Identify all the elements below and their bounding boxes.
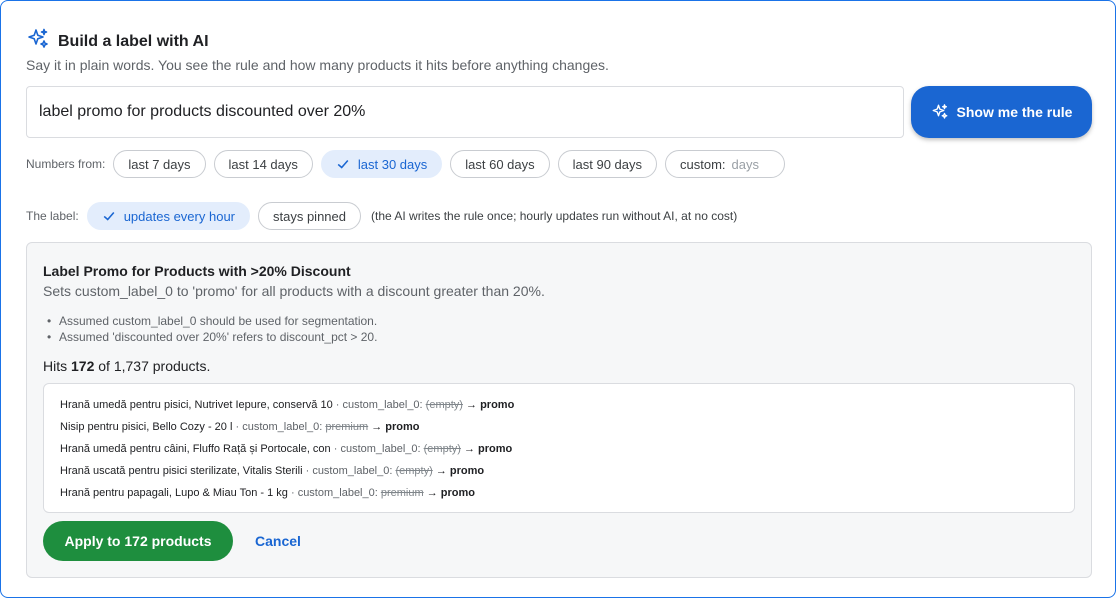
new-value: promo bbox=[480, 399, 515, 411]
chip-label: updates every hour bbox=[123, 208, 235, 224]
check-icon bbox=[103, 211, 115, 221]
page-title: Build a label with AI bbox=[58, 32, 209, 50]
show-rule-button[interactable]: Show me the rule bbox=[911, 86, 1092, 138]
new-value: promo bbox=[449, 465, 485, 477]
old-value: premium bbox=[380, 487, 424, 499]
field-name: custom_label_0: bbox=[312, 465, 393, 477]
old-value: (empty) bbox=[395, 465, 433, 477]
hits-summary: Hits 172 of 1,737 products. bbox=[43, 358, 210, 374]
chip-last-90-days[interactable]: last 90 days bbox=[557, 150, 658, 178]
hits-suffix: of 1,737 products. bbox=[98, 358, 211, 374]
prompt-input[interactable] bbox=[26, 86, 904, 138]
list-item: Nisip pentru pisici, Bello Cozy - 20 l ·… bbox=[60, 421, 420, 433]
product-name: Hrană umedă pentru câini, Fluffo Rață și… bbox=[60, 443, 331, 455]
arrow-right-icon: → bbox=[435, 465, 450, 477]
chip-label: last 90 days bbox=[572, 156, 643, 172]
product-name: Hrană pentru papagali, Lupo & Miau Ton -… bbox=[60, 487, 288, 499]
field-name: custom_label_0: bbox=[297, 487, 378, 499]
arrow-right-icon: → bbox=[371, 421, 386, 433]
rule-title: Label Promo for Products with >20% Disco… bbox=[43, 263, 351, 279]
product-name: Hrană uscată pentru pisici sterilizate, … bbox=[60, 465, 303, 477]
rule-preview-panel: Label Promo for Products with >20% Disco… bbox=[26, 242, 1092, 578]
new-value: promo bbox=[478, 443, 513, 455]
preview-list: Hrană umedă pentru pisici, Nutrivet Iepu… bbox=[43, 383, 1075, 513]
chip-label: last 7 days bbox=[128, 156, 191, 172]
chip-updates-every-hour[interactable]: updates every hour bbox=[86, 202, 250, 230]
product-name: Nisip pentru pisici, Bello Cozy - 20 l bbox=[60, 421, 233, 433]
product-name: Hrană umedă pentru pisici, Nutrivet Iepu… bbox=[60, 399, 333, 411]
arrow-right-icon: → bbox=[463, 443, 479, 455]
field-name: custom_label_0: bbox=[242, 421, 323, 433]
ai-label-builder-card: Build a label with AI Say it in plain wo… bbox=[0, 0, 1116, 598]
assumption-item: Assumed 'discounted over 20%' refers to … bbox=[43, 329, 377, 345]
label-mode-row: The label: updates every hour stays pinn… bbox=[26, 202, 737, 230]
custom-days-input[interactable] bbox=[731, 156, 770, 172]
chip-last-30-days[interactable]: last 30 days bbox=[320, 150, 443, 178]
numbers-from-row: Numbers from: last 7 days last 14 days l… bbox=[26, 150, 793, 178]
list-item: Hrană umedă pentru pisici, Nutrivet Iepu… bbox=[60, 399, 515, 411]
chip-last-14-days[interactable]: last 14 days bbox=[213, 150, 313, 178]
new-value: promo bbox=[440, 487, 476, 499]
check-icon bbox=[337, 159, 349, 169]
show-rule-button-label: Show me the rule bbox=[956, 104, 1073, 120]
chip-label: last 60 days bbox=[465, 156, 535, 172]
label-mode-note: (the AI writes the rule once; hourly upd… bbox=[371, 209, 738, 223]
arrow-right-icon: → bbox=[426, 487, 441, 499]
hits-prefix: Hits bbox=[43, 358, 68, 374]
header: Build a label with AI bbox=[26, 27, 209, 56]
cancel-button[interactable]: Cancel bbox=[251, 521, 305, 561]
chip-last-7-days[interactable]: last 7 days bbox=[113, 150, 206, 178]
sparkle-icon bbox=[26, 27, 50, 56]
assumption-item: Assumed custom_label_0 should be used fo… bbox=[43, 313, 377, 329]
numbers-from-label: Numbers from: bbox=[26, 157, 106, 171]
field-name: custom_label_0: bbox=[340, 443, 421, 455]
apply-button[interactable]: Apply to 172 products bbox=[43, 521, 233, 561]
page-subtitle: Say it in plain words. You see the rule … bbox=[26, 57, 609, 73]
old-value: (empty) bbox=[425, 399, 463, 411]
arrow-right-icon: → bbox=[466, 399, 481, 411]
chip-stays-pinned[interactable]: stays pinned bbox=[258, 202, 361, 230]
rule-description: Sets custom_label_0 to 'promo' for all p… bbox=[43, 283, 545, 299]
chip-custom-days[interactable]: custom: bbox=[665, 150, 785, 178]
chip-last-60-days[interactable]: last 60 days bbox=[450, 150, 550, 178]
field-name: custom_label_0: bbox=[342, 399, 423, 411]
chip-label: custom: bbox=[680, 156, 726, 172]
chip-label: stays pinned bbox=[273, 208, 346, 224]
list-item: Hrană umedă pentru câini, Fluffo Rață și… bbox=[60, 443, 513, 455]
list-item: Hrană pentru papagali, Lupo & Miau Ton -… bbox=[60, 487, 476, 499]
old-value: (empty) bbox=[423, 443, 461, 455]
list-item: Hrană uscată pentru pisici sterilizate, … bbox=[60, 465, 485, 477]
chip-label: last 30 days bbox=[357, 156, 428, 172]
chip-label: last 14 days bbox=[228, 156, 298, 172]
old-value: premium bbox=[325, 421, 369, 433]
assumptions-list: Assumed custom_label_0 should be used fo… bbox=[43, 313, 377, 345]
hits-count: 172 bbox=[71, 358, 95, 374]
sparkle-icon bbox=[932, 104, 947, 119]
new-value: promo bbox=[385, 421, 420, 433]
label-mode-label: The label: bbox=[26, 209, 79, 223]
